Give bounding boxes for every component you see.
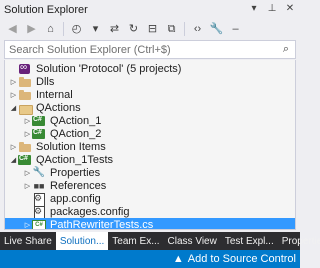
collapsed-arrow-icon[interactable]: ▷ [9, 143, 18, 151]
forward-icon[interactable]: ▶ [23, 21, 40, 38]
sync-icon[interactable]: ⇄ [106, 21, 123, 38]
collapse-all-icon[interactable]: ⊟ [144, 21, 161, 38]
tree-item[interactable]: ▷ Dlls [5, 75, 295, 89]
tab-team-ex[interactable]: Team Ex... [108, 232, 163, 250]
show-all-files-icon[interactable]: ⧉ [163, 21, 180, 38]
collapsed-arrow-icon[interactable]: ▷ [23, 117, 32, 125]
pin-icon[interactable]: ⊥ [266, 3, 278, 15]
search-input[interactable] [9, 43, 277, 56]
tree-item-label: QAction_2 [50, 128, 102, 140]
status-bar: ▲ Add to Source Control [0, 250, 300, 268]
tree-item[interactable]: ▷ Internal [5, 88, 295, 102]
tree-item-label: app.config [50, 193, 101, 205]
expanded-arrow-icon[interactable]: ◢ [9, 104, 18, 112]
tree-item-label: Solution Items [36, 141, 106, 153]
dropdown-icon[interactable]: ▾ [87, 21, 104, 38]
toolbar-separator [63, 22, 64, 36]
tab-class-view[interactable]: Class View [164, 232, 221, 250]
csharp-project-icon [18, 154, 32, 166]
title-bar: Solution Explorer ▾ ⊥ ✕ [0, 0, 300, 19]
collapsed-arrow-icon[interactable]: ▷ [23, 221, 32, 229]
solution-icon [18, 62, 32, 75]
pending-changes-filter-icon[interactable]: ◴ [68, 21, 85, 38]
collapsed-arrow-icon[interactable]: ▷ [9, 78, 18, 86]
tree-item[interactable]: app.config [5, 192, 295, 207]
view-code-icon[interactable]: ‹› [189, 21, 206, 38]
search-box[interactable]: ⌕ [4, 40, 296, 59]
back-icon[interactable]: ◀ [4, 21, 21, 38]
dropdown-icon[interactable]: ▾ [248, 3, 260, 15]
config-file-icon [32, 206, 46, 220]
toolbar-separator [184, 22, 185, 36]
up-arrow-icon[interactable]: ▲ [173, 253, 184, 265]
tree-item-label: QAction_1Tests [36, 154, 114, 166]
tree-item-label: Dlls [36, 76, 55, 88]
tree-item[interactable]: ▷ Solution Items [5, 140, 295, 154]
expanded-arrow-icon[interactable]: ◢ [9, 156, 18, 164]
tree-item[interactable]: ▷ C# PathRewriterTests.cs [5, 218, 295, 230]
tab-properties[interactable]: Properties [278, 232, 320, 250]
csharp-project-icon [32, 115, 46, 127]
folder-icon [18, 76, 32, 88]
csharp-project-icon [32, 128, 46, 140]
folder-open-icon [18, 102, 33, 115]
window-title: Solution Explorer [4, 3, 88, 16]
csharp-file-icon: C# [32, 219, 46, 229]
config-file-icon [32, 193, 46, 207]
wrench-icon: 🔧 [32, 167, 46, 178]
home-icon[interactable]: ⌂ [42, 21, 59, 38]
tree-item[interactable]: ◢ QActions [5, 101, 295, 115]
tree-item[interactable]: ▷ QAction_2 [5, 127, 295, 141]
collapsed-arrow-icon[interactable]: ▷ [23, 130, 32, 138]
tree-item[interactable]: ▷ QAction_1 [5, 114, 295, 128]
minus-icon[interactable]: – [227, 21, 244, 38]
references-icon: ■■ [33, 181, 45, 191]
tree-item-label: Properties [50, 167, 101, 179]
tree-item[interactable]: Solution 'Protocol' (5 projects) [5, 62, 295, 76]
tab-live-share[interactable]: Live Share [0, 232, 56, 250]
tab-solution[interactable]: Solution... [55, 232, 109, 250]
tree-item-label: Solution 'Protocol' (5 projects) [36, 63, 182, 75]
tree-item-label: References [50, 180, 107, 192]
tree-item-label: QAction_1 [50, 115, 102, 127]
refresh-icon[interactable]: ↻ [125, 21, 142, 38]
folder-icon [18, 89, 32, 101]
title-bar-icons: ▾ ⊥ ✕ [248, 3, 296, 15]
search-icon[interactable]: ⌕ [277, 43, 295, 56]
tree-item[interactable]: ▷ ■■ References [5, 179, 295, 193]
toolbar: ◀ ▶ ⌂ ◴ ▾ ⇄ ↻ ⊟ ⧉ ‹› 🔧 – [0, 19, 300, 39]
add-to-source-control-button[interactable]: Add to Source Control [188, 253, 296, 265]
collapsed-arrow-icon[interactable]: ▷ [9, 91, 18, 99]
collapsed-arrow-icon[interactable]: ▷ [23, 182, 32, 190]
tree-item-label: PathRewriterTests.cs [50, 219, 154, 230]
solution-tree: Solution 'Protocol' (5 projects) ▷ Dlls ▷ In… [4, 60, 296, 230]
tree-item-label: QActions [36, 102, 81, 114]
tool-window-tabs: Live Share Solution... Team Ex... Class Vie… [0, 232, 320, 250]
properties-icon[interactable]: 🔧 [208, 21, 225, 38]
close-icon[interactable]: ✕ [284, 3, 296, 15]
tree-item-label: Internal [36, 89, 73, 101]
collapsed-arrow-icon[interactable]: ▷ [23, 169, 32, 177]
folder-icon [18, 141, 32, 153]
tree-item-label: packages.config [50, 206, 130, 218]
tree-item[interactable]: packages.config [5, 205, 295, 220]
tree-item[interactable]: ▷ 🔧 Properties [5, 166, 295, 180]
tab-test-expl[interactable]: Test Expl... [221, 232, 278, 250]
tree-item[interactable]: ◢ QAction_1Tests [5, 153, 295, 167]
